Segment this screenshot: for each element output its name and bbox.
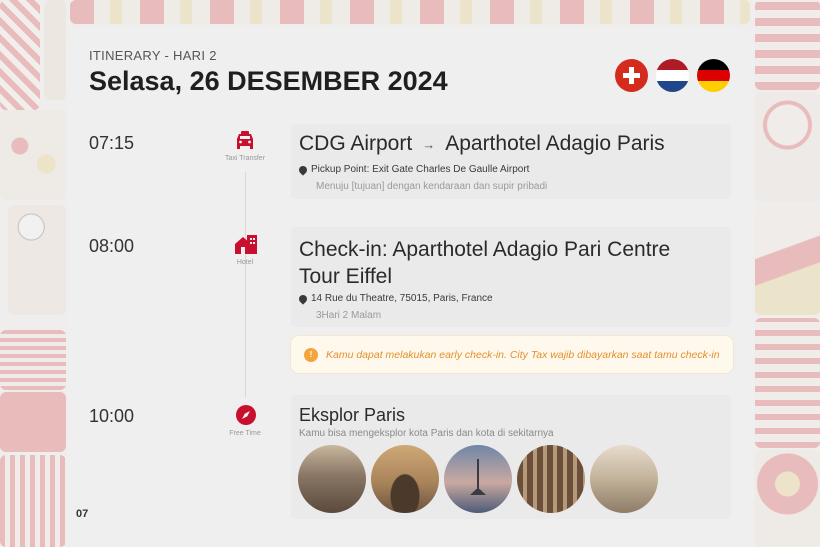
netherlands-flag-icon xyxy=(656,59,689,92)
route-origin: CDG Airport xyxy=(299,132,413,155)
event-time: 07:15 xyxy=(89,133,135,153)
transfer-route: CDG Airport → Aparthotel Adagio Paris xyxy=(299,132,665,156)
hotel-title-line1: Check-in: Aparthotel Adagio Pari Centre xyxy=(299,238,671,261)
page-number: 07 xyxy=(76,508,89,520)
early-checkin-notice: ! Kamu dapat melakukan early check-in. C… xyxy=(291,336,733,373)
hotel-address: 14 Rue du Theatre, 75015, Paris, France xyxy=(297,292,493,305)
itinerary-eyebrow: ITINERARY - HARI 2 xyxy=(89,48,217,63)
hotel-address-text: 14 Rue du Theatre, 75015, Paris, France xyxy=(311,293,493,304)
event-note: Menuju [tujuan] dengan kendaraan dan sup… xyxy=(316,181,548,192)
switzerland-flag-icon xyxy=(615,59,648,92)
compass-icon xyxy=(235,404,257,426)
page-title: Selasa, 26 DESEMBER 2024 xyxy=(89,66,448,96)
route-destination: Aparthotel Adagio Paris xyxy=(445,132,665,155)
paris-street-photo[interactable] xyxy=(298,445,366,513)
notice-text: Kamu dapat melakukan early check-in. Cit… xyxy=(326,348,720,361)
pickup-location: Pickup Point: Exit Gate Charles De Gaull… xyxy=(297,163,530,176)
route-arrow-icon: → xyxy=(422,136,436,152)
event-time: 10:00 xyxy=(89,406,135,426)
hotel-icon xyxy=(234,233,257,255)
timeline-line xyxy=(245,172,246,397)
hotel-title: Check-in: Aparthotel Adagio Pari Centre … xyxy=(299,236,670,290)
location-pin-icon xyxy=(297,292,309,305)
event-time: 08:00 xyxy=(89,236,135,256)
info-icon: ! xyxy=(304,347,318,362)
hotel-title-line2: Tour Eiffel xyxy=(299,265,392,288)
location-pin-icon xyxy=(297,163,309,176)
event-icon-caption: Hotel xyxy=(236,259,254,266)
stay-duration: 3Hari 2 Malam xyxy=(316,310,382,321)
germany-flag-icon xyxy=(697,59,730,92)
eiffel-tower-photo[interactable] xyxy=(444,445,512,513)
arc-de-triomphe-photo[interactable] xyxy=(371,445,439,513)
explore-note: Kamu bisa mengeksplor kota Paris dan kot… xyxy=(299,428,554,439)
event-icon-caption: Taxi Transfer xyxy=(224,155,266,162)
pickup-location-text: Pickup Point: Exit Gate Charles De Gaull… xyxy=(311,164,530,175)
explore-title: Eksplor Paris xyxy=(299,405,406,425)
paris-alley-photo[interactable] xyxy=(590,445,658,513)
event-icon-caption: Free Time xyxy=(229,430,261,437)
taxi-icon xyxy=(234,129,256,151)
paris-shopfront-photo[interactable] xyxy=(517,445,585,513)
